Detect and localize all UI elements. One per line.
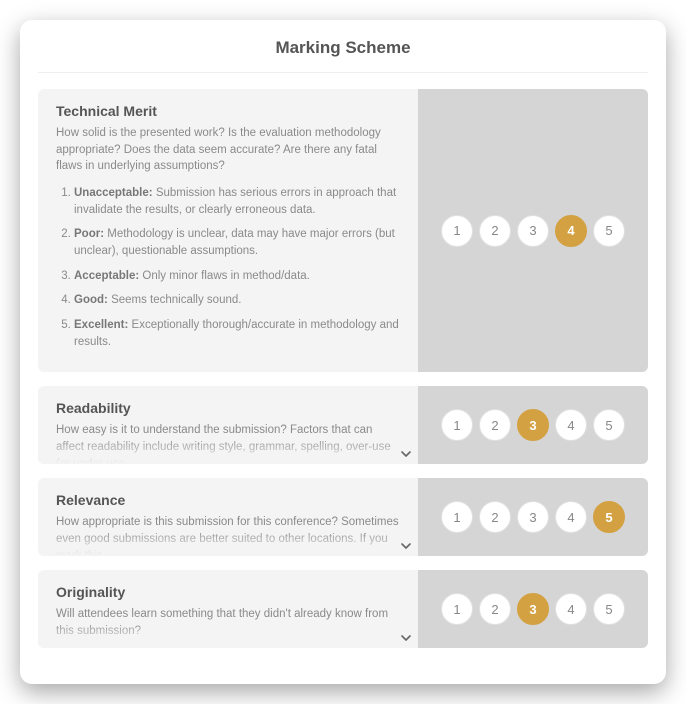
scale-item: Poor: Methodology is unclear, data may h… <box>74 226 402 259</box>
criterion-content: Technical Merit How solid is the presente… <box>38 89 418 372</box>
scale-text: Only minor flaws in method/data. <box>142 270 309 282</box>
page-title: Marking Scheme <box>38 38 648 58</box>
score-button-2[interactable]: 2 <box>479 409 511 441</box>
criterion-description: How easy is it to understand the submiss… <box>56 422 402 464</box>
score-button-4[interactable]: 4 <box>555 501 587 533</box>
criterion-title: Technical Merit <box>56 103 402 119</box>
scale-label: Good: <box>74 294 108 306</box>
criterion-row: Readability How easy is it to understand … <box>38 386 648 464</box>
criteria-list: Technical Merit How solid is the presente… <box>38 89 648 648</box>
score-row: 12345 <box>441 501 625 533</box>
criterion-content: Readability How easy is it to understand … <box>38 386 418 464</box>
score-button-5[interactable]: 5 <box>593 593 625 625</box>
score-button-5[interactable]: 5 <box>593 409 625 441</box>
score-button-1[interactable]: 1 <box>441 501 473 533</box>
score-button-2[interactable]: 2 <box>479 215 511 247</box>
score-button-4[interactable]: 4 <box>555 215 587 247</box>
score-button-1[interactable]: 1 <box>441 593 473 625</box>
divider <box>38 72 648 73</box>
score-panel: 12345 <box>418 89 648 372</box>
score-button-1[interactable]: 1 <box>441 409 473 441</box>
criterion-title: Originality <box>56 584 402 600</box>
criterion-row: Relevance How appropriate is this submiss… <box>38 478 648 556</box>
scale-item: Acceptable: Only minor flaws in method/d… <box>74 268 402 285</box>
score-button-3[interactable]: 3 <box>517 409 549 441</box>
score-button-3[interactable]: 3 <box>517 215 549 247</box>
criterion-content: Relevance How appropriate is this submiss… <box>38 478 418 556</box>
score-button-4[interactable]: 4 <box>555 409 587 441</box>
criterion-title: Relevance <box>56 492 402 508</box>
criterion-title: Readability <box>56 400 402 416</box>
criterion-row: Originality Will attendees learn somethin… <box>38 570 648 648</box>
score-button-5[interactable]: 5 <box>593 215 625 247</box>
marking-scheme-card: Marking Scheme Technical Merit How solid … <box>20 20 666 684</box>
criterion-content: Originality Will attendees learn somethin… <box>38 570 418 648</box>
score-button-1[interactable]: 1 <box>441 215 473 247</box>
score-row: 12345 <box>441 593 625 625</box>
scale-item: Unacceptable: Submission has serious err… <box>74 185 402 218</box>
score-button-2[interactable]: 2 <box>479 593 511 625</box>
criterion-description: Will attendees learn something that they… <box>56 606 402 639</box>
score-button-3[interactable]: 3 <box>517 593 549 625</box>
scale-text: Methodology is unclear, data may have ma… <box>74 228 395 257</box>
scale-text: Seems technically sound. <box>111 294 241 306</box>
score-button-4[interactable]: 4 <box>555 593 587 625</box>
score-row: 12345 <box>441 409 625 441</box>
score-button-2[interactable]: 2 <box>479 501 511 533</box>
score-panel: 12345 <box>418 386 648 464</box>
scale-item: Good: Seems technically sound. <box>74 292 402 309</box>
scale-label: Unacceptable: <box>74 187 153 199</box>
scale-label: Acceptable: <box>74 270 139 282</box>
scale-list: Unacceptable: Submission has serious err… <box>56 185 402 350</box>
criterion-row: Technical Merit How solid is the presente… <box>38 89 648 372</box>
chevron-down-icon[interactable] <box>400 632 412 644</box>
chevron-down-icon[interactable] <box>400 540 412 552</box>
score-panel: 12345 <box>418 478 648 556</box>
scale-item: Excellent: Exceptionally thorough/accura… <box>74 317 402 350</box>
criterion-description: How solid is the presented work? Is the … <box>56 125 402 175</box>
score-panel: 12345 <box>418 570 648 648</box>
score-button-3[interactable]: 3 <box>517 501 549 533</box>
score-button-5[interactable]: 5 <box>593 501 625 533</box>
criterion-description: How appropriate is this submission for t… <box>56 514 402 556</box>
scale-label: Poor: <box>74 228 104 240</box>
scale-label: Excellent: <box>74 319 128 331</box>
chevron-down-icon[interactable] <box>400 448 412 460</box>
score-row: 12345 <box>441 215 625 247</box>
